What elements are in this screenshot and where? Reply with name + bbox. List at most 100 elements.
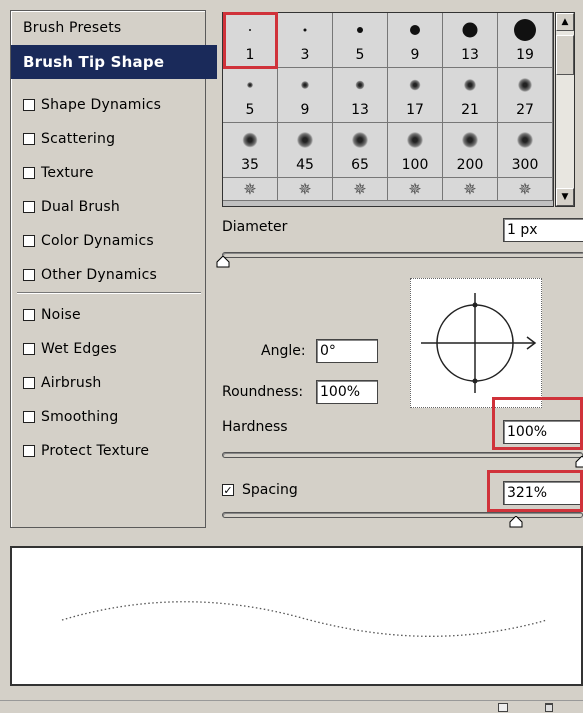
- option-texture[interactable]: Texture: [11, 156, 205, 190]
- dual-brush-label: Dual Brush: [41, 199, 120, 215]
- brush-tip-100-soft[interactable]: 100: [388, 123, 443, 178]
- brush-dot-icon: [407, 132, 423, 148]
- brush-tip-scatter[interactable]: ✵: [498, 178, 553, 201]
- option-scattering[interactable]: Scattering: [11, 122, 205, 156]
- brush-tip-shape-label: Brush Tip Shape: [23, 53, 165, 71]
- brush-size-label: 65: [351, 157, 369, 173]
- scroll-down-arrow[interactable]: ▼: [556, 188, 574, 206]
- brush-dot-icon: [355, 80, 365, 90]
- brush-tip-5-soft[interactable]: 5: [223, 68, 278, 123]
- brush-tip-shape-item[interactable]: Brush Tip Shape: [11, 45, 217, 79]
- brush-tip-27-soft[interactable]: 27: [498, 68, 553, 123]
- protect-texture-checkbox[interactable]: [23, 445, 35, 457]
- option-protect-texture[interactable]: Protect Texture: [11, 434, 205, 468]
- option-shape-dynamics[interactable]: Shape Dynamics: [11, 88, 205, 122]
- option-noise[interactable]: Noise: [11, 298, 205, 332]
- scatter-brush-icon: ✵: [463, 179, 477, 199]
- diameter-slider[interactable]: [222, 252, 583, 258]
- scroll-up-arrow[interactable]: ▲: [556, 13, 574, 31]
- brush-tip-13-hard[interactable]: 13: [443, 13, 498, 68]
- option-color-dynamics[interactable]: Color Dynamics: [11, 224, 205, 258]
- brush-tip-300-soft[interactable]: 300: [498, 123, 553, 178]
- list-divider: [17, 292, 201, 294]
- scroll-thumb[interactable]: [556, 35, 574, 75]
- brush-tip-scatter[interactable]: ✵: [443, 178, 498, 201]
- option-airbrush[interactable]: Airbrush: [11, 366, 205, 400]
- brush-tip-scatter[interactable]: ✵: [333, 178, 388, 201]
- brush-dot-icon: [357, 27, 363, 33]
- brush-dot-icon: [301, 81, 309, 89]
- brush-tip-200-soft[interactable]: 200: [443, 123, 498, 178]
- color-dynamics-checkbox[interactable]: [23, 235, 35, 247]
- texture-checkbox[interactable]: [23, 167, 35, 179]
- smoothing-checkbox[interactable]: [23, 411, 35, 423]
- spacing-slider[interactable]: [222, 512, 583, 518]
- brush-presets-item[interactable]: Brush Presets: [11, 11, 217, 45]
- brush-dot-icon: [409, 79, 421, 91]
- brush-grid-scrollbar[interactable]: ▲ ▼: [555, 12, 575, 207]
- scatter-brush-icon: ✵: [408, 179, 422, 199]
- option-smoothing[interactable]: Smoothing: [11, 400, 205, 434]
- brush-options-list: Brush Presets Brush Tip Shape Shape Dynami…: [10, 10, 217, 528]
- diameter-field[interactable]: 1 px: [503, 218, 583, 242]
- brush-dot-icon: [242, 132, 258, 148]
- brush-tip-45-soft[interactable]: 45: [278, 123, 333, 178]
- brush-dot-icon: [462, 132, 478, 148]
- brush-tip-scatter[interactable]: ✵: [223, 178, 278, 201]
- brush-tip-9-soft[interactable]: 9: [278, 68, 333, 123]
- option-other-dynamics[interactable]: Other Dynamics: [11, 258, 205, 292]
- spacing-checkbox[interactable]: ✓: [222, 484, 234, 496]
- brush-tip-65-soft[interactable]: 65: [333, 123, 388, 178]
- brush-tip-17-soft[interactable]: 17: [388, 68, 443, 123]
- brush-tip-5-hard[interactable]: 5: [333, 13, 388, 68]
- angle-field[interactable]: 0°: [316, 339, 378, 363]
- scattering-label: Scattering: [41, 131, 116, 147]
- noise-label: Noise: [41, 307, 81, 323]
- scatter-brush-icon: ✵: [298, 179, 312, 199]
- brush-tip-scatter[interactable]: ✵: [388, 178, 443, 201]
- trash-icon[interactable]: [545, 703, 553, 712]
- hardness-slider[interactable]: [222, 452, 583, 458]
- other-dynamics-label: Other Dynamics: [41, 267, 158, 283]
- brush-dot-icon: [247, 82, 253, 88]
- other-dynamics-checkbox[interactable]: [23, 269, 35, 281]
- diameter-slider-thumb[interactable]: [216, 256, 230, 268]
- selected-brush-highlight: [223, 12, 278, 69]
- option-dual-brush[interactable]: Dual Brush: [11, 190, 205, 224]
- wet-edges-label: Wet Edges: [41, 341, 117, 357]
- spacing-checkbox-row[interactable]: ✓ Spacing: [222, 482, 298, 498]
- panel-bottom-bar: [0, 700, 583, 713]
- brush-angle-preview[interactable]: [410, 278, 542, 408]
- angle-label: Angle:: [261, 343, 306, 359]
- brush-size-label: 13: [461, 47, 479, 63]
- smoothing-label: Smoothing: [41, 409, 119, 425]
- dual-brush-checkbox[interactable]: [23, 201, 35, 213]
- brush-tip-35-soft[interactable]: 35: [223, 123, 278, 178]
- roundness-field[interactable]: 100%: [316, 380, 378, 404]
- airbrush-checkbox[interactable]: [23, 377, 35, 389]
- brush-size-label: 27: [516, 102, 534, 118]
- brush-tip-13-soft[interactable]: 13: [333, 68, 388, 123]
- scattering-checkbox[interactable]: [23, 133, 35, 145]
- brush-tip-scatter[interactable]: ✵: [278, 178, 333, 201]
- wet-edges-checkbox[interactable]: [23, 343, 35, 355]
- new-preset-icon[interactable]: [498, 703, 508, 712]
- roundness-label: Roundness:: [222, 384, 304, 400]
- spacing-highlight: [487, 470, 583, 512]
- brush-dot-icon: [518, 78, 532, 92]
- brush-size-label: 35: [241, 157, 259, 173]
- shape-dynamics-checkbox[interactable]: [23, 99, 35, 111]
- brush-size-label: 100: [401, 157, 429, 173]
- hardness-slider-thumb[interactable]: [575, 456, 583, 468]
- spacing-slider-thumb[interactable]: [509, 516, 523, 528]
- scatter-brush-icon: ✵: [353, 179, 367, 199]
- noise-checkbox[interactable]: [23, 309, 35, 321]
- brush-tip-19-hard[interactable]: 19: [498, 13, 553, 68]
- scatter-brush-icon: ✵: [243, 179, 257, 199]
- shape-dynamics-label: Shape Dynamics: [41, 97, 162, 113]
- brush-tip-3-hard[interactable]: 3: [278, 13, 333, 68]
- option-wet-edges[interactable]: Wet Edges: [11, 332, 205, 366]
- brush-tip-21-soft[interactable]: 21: [443, 68, 498, 123]
- color-dynamics-label: Color Dynamics: [41, 233, 154, 249]
- brush-tip-9-hard[interactable]: 9: [388, 13, 443, 68]
